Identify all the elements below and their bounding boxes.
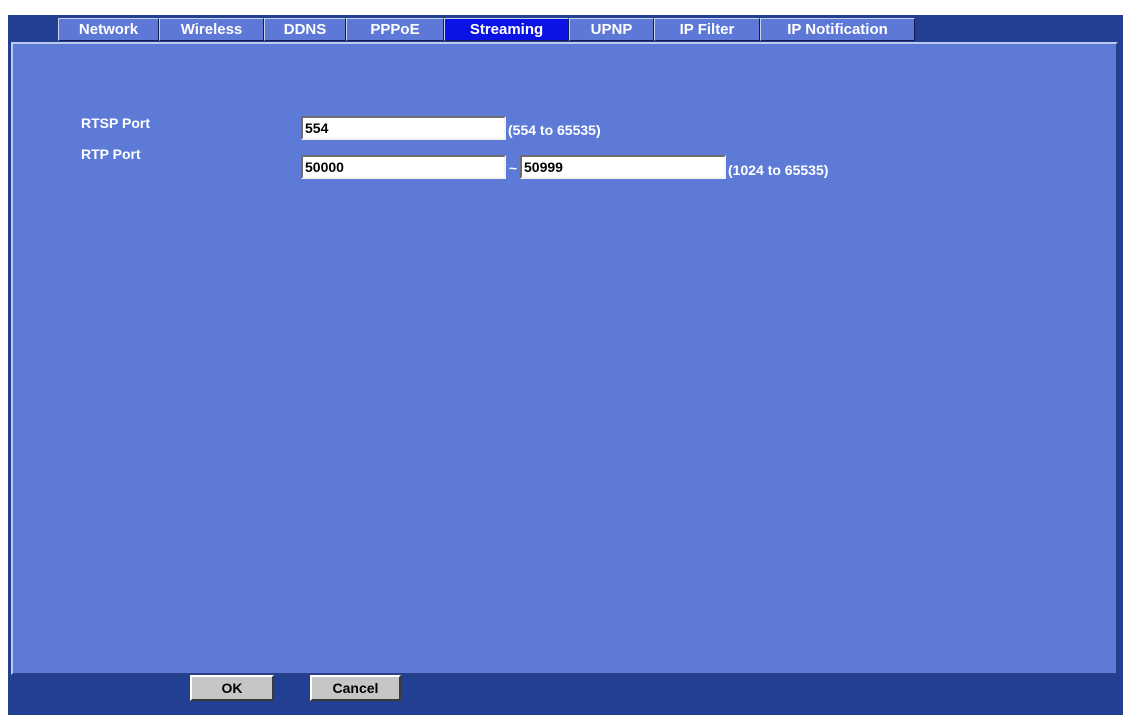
tab-upnp[interactable]: UPNP [569, 18, 654, 41]
tab-bar: Network Wireless DDNS PPPoE Streaming UP… [58, 18, 915, 41]
rtsp-port-input[interactable] [301, 116, 506, 140]
rtp-port-range: (1024 to 65535) [728, 162, 829, 178]
rtp-port-separator: ~ [509, 160, 518, 176]
streaming-panel: RTSP Port (554 to 65535) RTP Port ~ (102… [11, 42, 1118, 675]
settings-frame: Network Wireless DDNS PPPoE Streaming UP… [8, 15, 1123, 715]
tab-pppoe[interactable]: PPPoE [346, 18, 444, 41]
ok-button[interactable]: OK [190, 675, 274, 701]
rtsp-port-range: (554 to 65535) [508, 122, 601, 138]
rtp-port-label: RTP Port [81, 146, 141, 162]
tab-network[interactable]: Network [58, 18, 159, 41]
tab-ddns[interactable]: DDNS [264, 18, 346, 41]
rtsp-port-label: RTSP Port [81, 115, 150, 131]
tab-streaming[interactable]: Streaming [444, 18, 569, 41]
cancel-button[interactable]: Cancel [310, 675, 401, 701]
tab-ip-filter[interactable]: IP Filter [654, 18, 760, 41]
tab-ip-notification[interactable]: IP Notification [760, 18, 915, 41]
tab-wireless[interactable]: Wireless [159, 18, 264, 41]
rtp-port-start-input[interactable] [301, 155, 506, 179]
rtp-port-end-input[interactable] [520, 155, 726, 179]
